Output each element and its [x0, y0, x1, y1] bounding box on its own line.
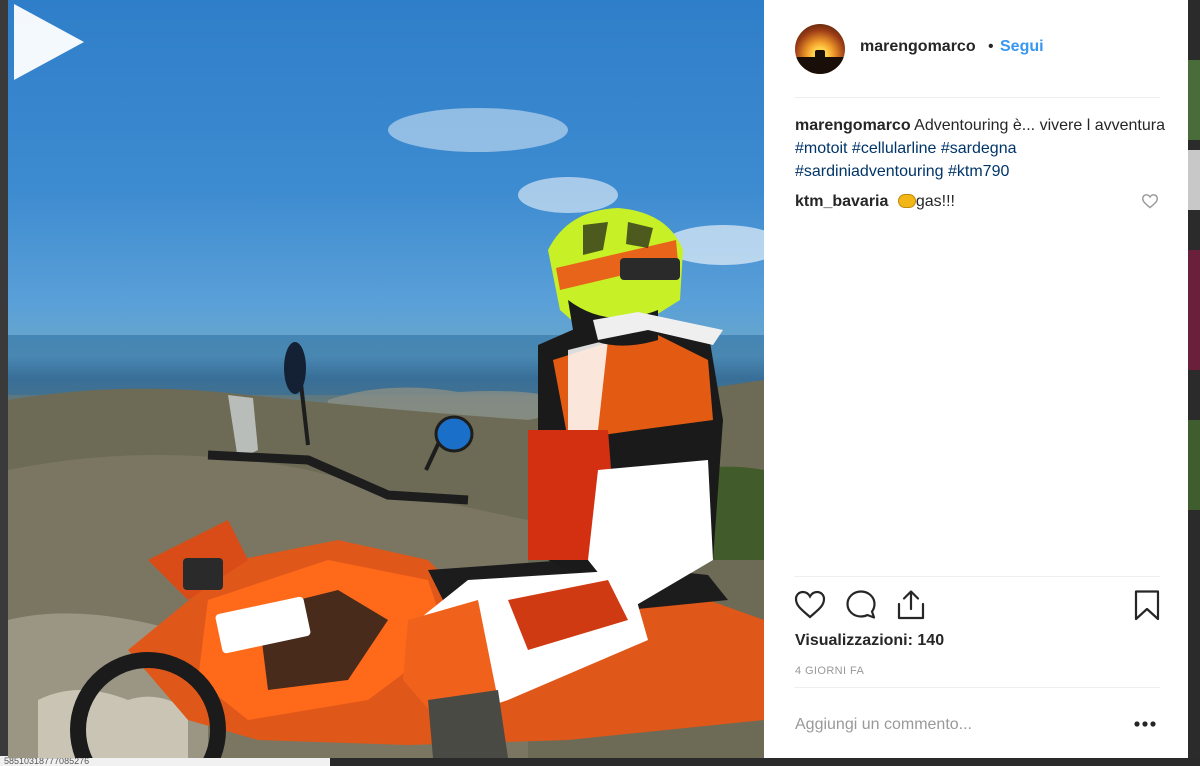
divider	[794, 576, 1160, 577]
backdrop-right	[1188, 0, 1200, 766]
post-video[interactable]	[8, 0, 764, 758]
play-icon[interactable]	[8, 0, 88, 84]
comment-username[interactable]: ktm_bavaria	[795, 193, 888, 210]
avatar[interactable]	[795, 24, 845, 74]
divider	[794, 97, 1160, 98]
comment-heart-icon[interactable]	[1141, 193, 1159, 209]
share-upload-icon[interactable]	[894, 588, 928, 622]
add-comment-input[interactable]	[795, 714, 1095, 736]
backdrop-left	[0, 0, 8, 766]
hashtag-link[interactable]: #cellularline	[852, 140, 937, 157]
post-details-panel: marengomarco • Segui marengomarco Advent…	[764, 0, 1188, 758]
hashtag-link[interactable]: #sardiniadventouring	[795, 163, 944, 180]
post-header: marengomarco • Segui	[764, 0, 1188, 98]
follow-button[interactable]: Segui	[1000, 38, 1044, 56]
view-count[interactable]: Visualizzazioni: 140	[795, 632, 944, 650]
header-separator: •	[988, 38, 994, 55]
divider	[794, 687, 1160, 688]
caption-text: Adventouring è... vivere l avventura	[914, 117, 1165, 134]
fist-emoji-icon	[897, 194, 916, 208]
hashtag-link[interactable]: #sardegna	[941, 140, 1017, 157]
caption-username[interactable]: marengomarco	[795, 117, 911, 134]
comment-item: ktm_bavaria gas!!!	[795, 190, 1165, 214]
hashtag-link[interactable]: #motoit	[795, 140, 847, 157]
bookmark-icon[interactable]	[1130, 588, 1164, 622]
post-timestamp[interactable]: 4 GIORNI FA	[795, 665, 864, 677]
video-frame	[8, 108, 764, 758]
comment-text: gas!!!	[915, 193, 955, 210]
ellipsis-icon[interactable]	[1132, 714, 1158, 734]
like-heart-icon[interactable]	[793, 588, 827, 622]
post-caption: marengomarco Adventouring è... vivere l …	[795, 114, 1165, 183]
comment-bubble-icon[interactable]	[844, 588, 878, 622]
post-author-username[interactable]: marengomarco	[860, 38, 976, 56]
hashtag-link[interactable]: #ktm790	[948, 163, 1009, 180]
